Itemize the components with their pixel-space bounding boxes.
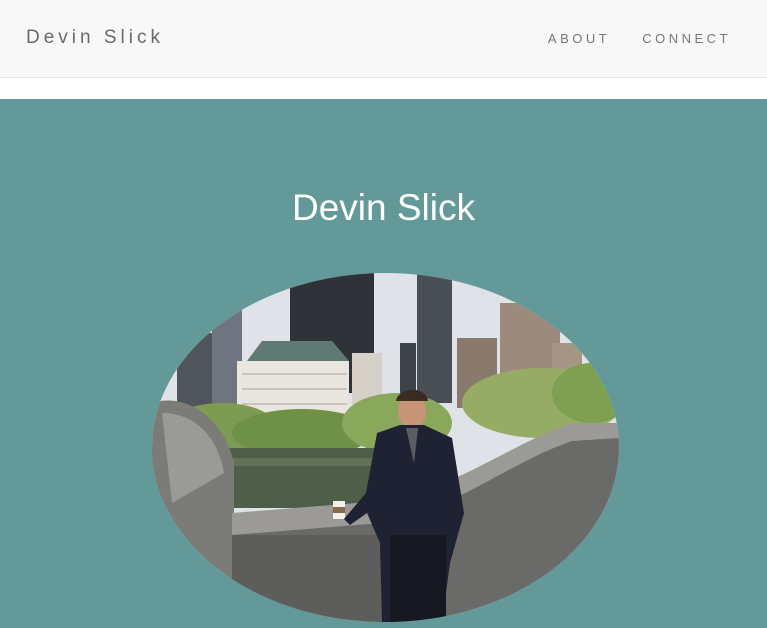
profile-photo [152, 273, 619, 622]
hero-section: Devin Slick [0, 99, 767, 628]
nav-links: ABOUT CONNECT [548, 31, 731, 46]
header-spacer [0, 78, 767, 99]
nav-link-about[interactable]: ABOUT [548, 31, 610, 46]
hero-title: Devin Slick [292, 187, 475, 228]
profile-photo-illustration [152, 273, 619, 622]
navbar: Devin Slick ABOUT CONNECT [0, 0, 767, 78]
brand-link[interactable]: Devin Slick [26, 27, 164, 49]
nav-link-connect[interactable]: CONNECT [642, 31, 731, 46]
